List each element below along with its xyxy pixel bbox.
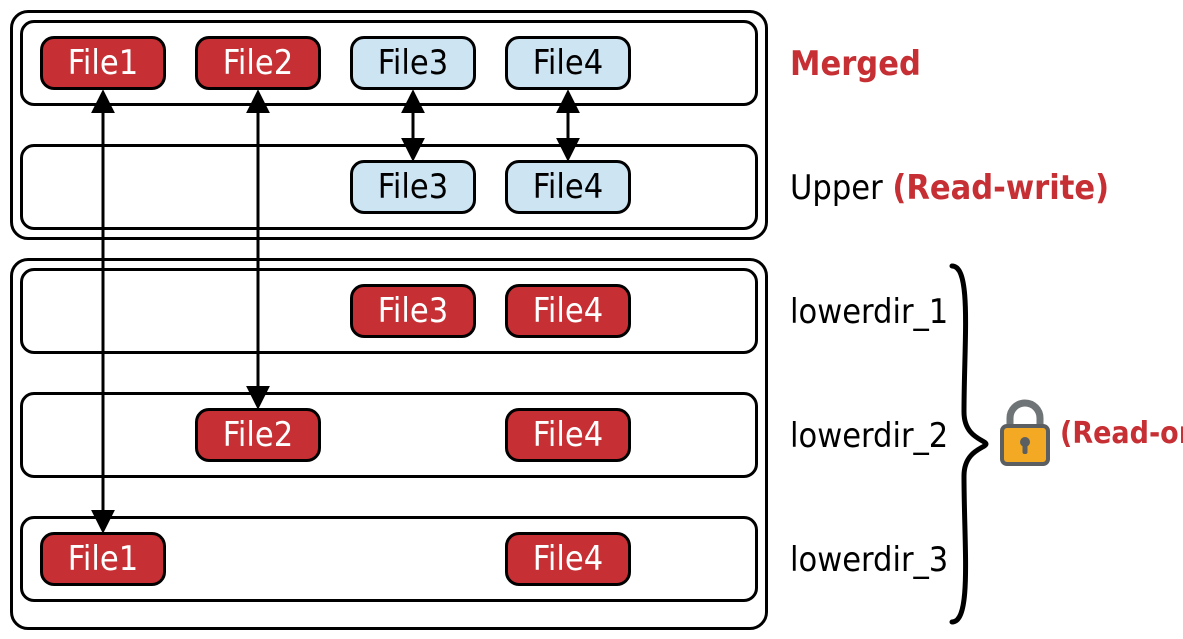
label-merged: Merged [790,44,921,84]
upper-file4: File4 [505,160,631,214]
lowerdir1-file4: File4 [505,284,631,338]
lock-icon [996,398,1054,468]
lowerdir2-file2: File2 [195,408,321,462]
merged-file3: File3 [350,36,476,90]
lowerdir1-file3: File3 [350,284,476,338]
label-lowerdir3: lowerdir_3 [790,540,948,580]
lowerdir2-file4: File4 [505,408,631,462]
merged-file2: File2 [195,36,321,90]
lowerdir3-file4: File4 [505,532,631,586]
label-lowerdir1: lowerdir_1 [790,292,948,332]
label-readonly: (Read-only) [1060,416,1183,451]
row-lowerdir2 [20,392,758,478]
upper-file3: File3 [350,160,476,214]
label-upper-text: Upper [790,168,892,208]
merged-file1: File1 [40,36,166,90]
label-upper: Upper (Read-write) [790,168,1109,208]
overlayfs-diagram: File1 File2 File3 File4 File3 File4 File… [0,0,1183,639]
merged-file4: File4 [505,36,631,90]
brace-icon [948,262,990,626]
lowerdir3-file1: File1 [40,532,166,586]
label-lowerdir2: lowerdir_2 [790,416,948,456]
label-upper-mode: (Read-write) [892,168,1109,208]
